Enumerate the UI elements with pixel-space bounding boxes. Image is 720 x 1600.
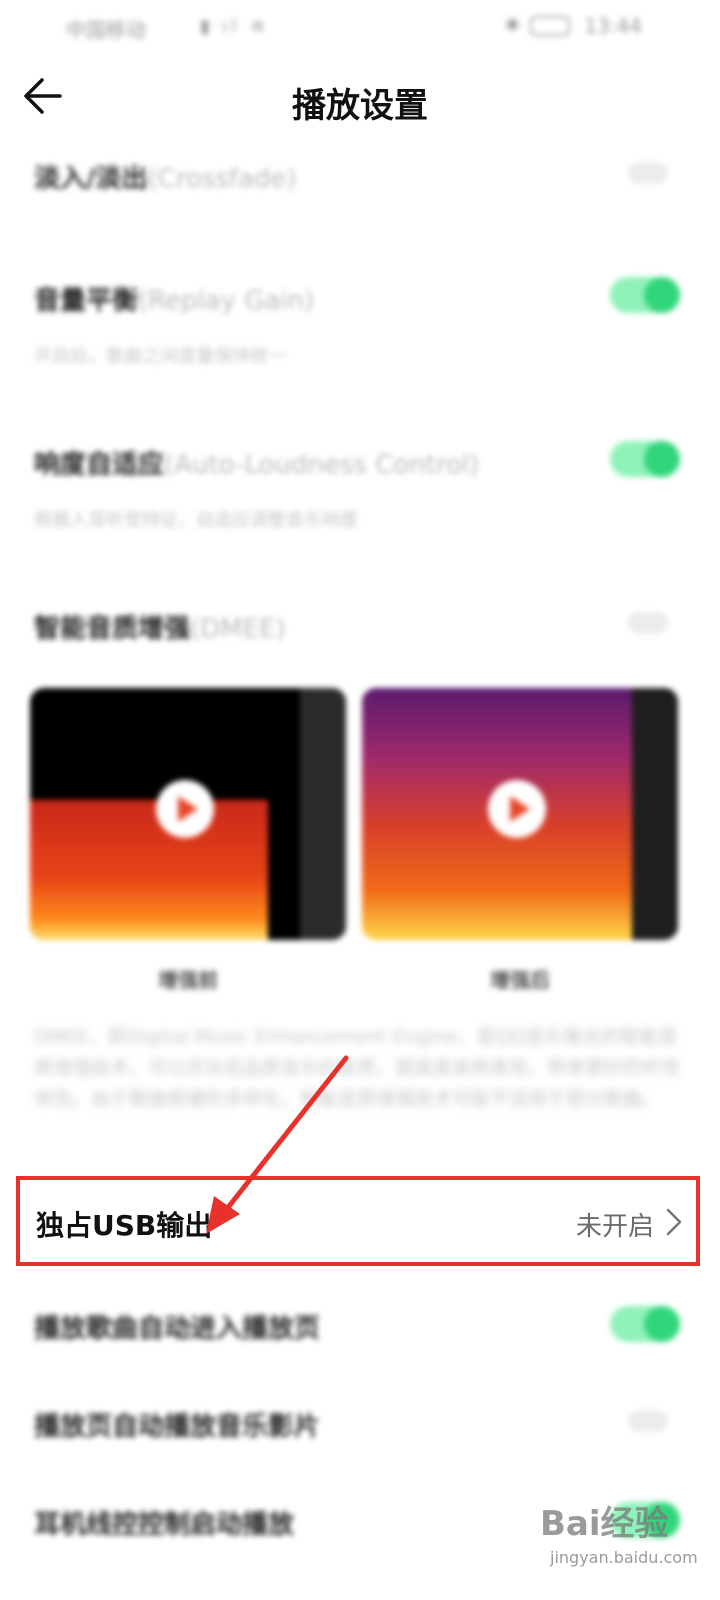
replay-gain-desc: 开启后，歌曲之间音量保持统一 bbox=[34, 346, 286, 367]
spectrum-after-card[interactable] bbox=[362, 688, 678, 940]
setting-auto-mv[interactable]: 播放页自动播放音乐影片 bbox=[0, 1398, 720, 1458]
toggle-knob bbox=[644, 277, 680, 313]
vibrate-icon: ✱ bbox=[504, 15, 520, 36]
auto-mv-title: 播放页自动播放音乐影片 bbox=[34, 1412, 321, 1442]
watermark-brand: Bai经验 bbox=[540, 1504, 669, 1544]
carrier-label: 中国移动 bbox=[66, 18, 146, 42]
setting-crossfade[interactable]: 淡入/淡出(Crossfade) bbox=[0, 150, 720, 210]
setting-replay-gain[interactable]: 音量平衡(Replay Gain) 开启后，歌曲之间音量保持统一 bbox=[0, 272, 720, 372]
toggle-knob bbox=[644, 1306, 680, 1342]
dmee-toggle[interactable] bbox=[628, 612, 668, 634]
setting-dmee[interactable]: 智能音质增强(DMEE) bbox=[0, 600, 720, 660]
play-icon[interactable] bbox=[488, 780, 546, 838]
auto-enter-toggle[interactable] bbox=[610, 1306, 680, 1342]
status-bar: 中国移动 ▮ᐧıl ≋ ✱ 13:44 bbox=[0, 0, 720, 56]
spectrum-scale bbox=[632, 688, 678, 940]
crossfade-title-en: (Crossfade) bbox=[147, 164, 297, 194]
after-label: 增强后 bbox=[490, 968, 550, 992]
usb-output-title: 独占USB输出 bbox=[36, 1209, 213, 1242]
dmee-title: 智能音质增强 bbox=[34, 614, 191, 644]
setting-auto-enter[interactable]: 播放歌曲自动进入播放页 bbox=[0, 1300, 720, 1360]
spectrum-scale bbox=[300, 688, 346, 940]
toggle-knob bbox=[644, 441, 680, 477]
setting-usb-output[interactable]: 独占USB输出 未开启 bbox=[16, 1176, 700, 1266]
loudness-desc: 根据人耳听觉特征，自适应调整音乐响度 bbox=[34, 510, 358, 531]
spectrum-before-card[interactable] bbox=[30, 688, 346, 940]
clock: 13:44 bbox=[584, 14, 642, 38]
battery-icon bbox=[530, 16, 570, 36]
before-label: 增强前 bbox=[158, 968, 218, 992]
setting-loudness[interactable]: 响度自适应(Auto-Loudness Control) 根据人耳听觉特征，自适… bbox=[0, 436, 720, 536]
crossfade-title: 淡入/淡出 bbox=[34, 164, 148, 194]
replay-gain-toggle[interactable] bbox=[610, 277, 680, 313]
spectrum-fill bbox=[30, 800, 268, 940]
watermark-url: jingyan.baidu.com bbox=[550, 1548, 698, 1567]
page-title: 播放设置 bbox=[292, 86, 428, 126]
replay-gain-title: 音量平衡 bbox=[34, 286, 139, 316]
loudness-title: 响度自适应 bbox=[34, 450, 165, 480]
play-icon[interactable] bbox=[156, 780, 214, 838]
dmee-description: DMEE，即Digital Music Enhancement Engine，是… bbox=[34, 1026, 681, 1110]
headset-title: 耳机线控控制启动播放 bbox=[34, 1510, 295, 1540]
chevron-right-icon bbox=[666, 1208, 682, 1236]
dmee-title-en: (DMEE) bbox=[190, 614, 286, 644]
loudness-title-en: (Auto-Loudness Control) bbox=[164, 450, 480, 480]
signal-icon: ▮ᐧıl ≋ bbox=[200, 16, 270, 37]
auto-enter-title: 播放歌曲自动进入播放页 bbox=[34, 1314, 321, 1344]
baidu-watermark: Bai经验 jingyan.baidu.com bbox=[540, 1490, 710, 1580]
replay-gain-title-en: (Replay Gain) bbox=[138, 286, 315, 316]
auto-mv-toggle[interactable] bbox=[628, 1410, 668, 1432]
app-header: 播放设置 bbox=[0, 60, 720, 140]
loudness-toggle[interactable] bbox=[610, 441, 680, 477]
crossfade-toggle[interactable] bbox=[628, 162, 668, 184]
usb-output-value: 未开启 bbox=[575, 1212, 654, 1242]
